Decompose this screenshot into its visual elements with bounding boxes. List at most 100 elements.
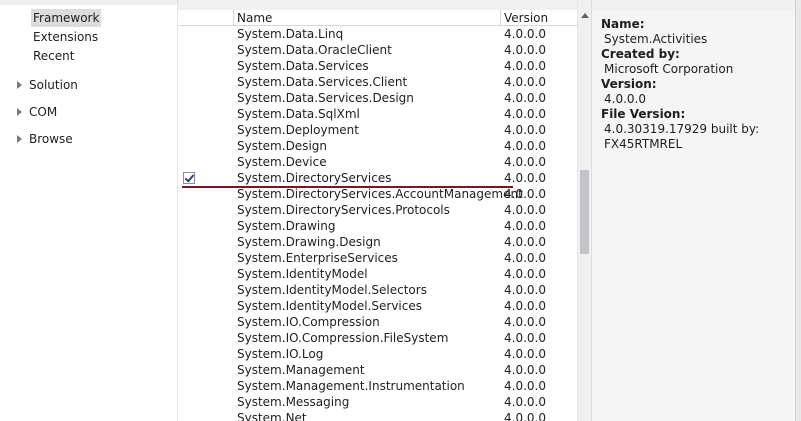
column-header-check[interactable] xyxy=(178,10,233,26)
assembly-name: System.DirectoryServices.AccountManageme… xyxy=(237,187,523,201)
table-row[interactable]: System.Device 4.0.0.0 xyxy=(178,154,578,170)
list-top-strip xyxy=(178,0,578,10)
expand-browse-icon[interactable] xyxy=(17,135,22,143)
detail-version-label: Version: xyxy=(601,77,657,91)
table-row[interactable]: System.Deployment 4.0.0.0 xyxy=(178,122,578,138)
annotation-underline xyxy=(182,186,513,188)
nav-item-recent[interactable]: Recent xyxy=(33,47,74,65)
assembly-version: 4.0.0.0 xyxy=(504,331,546,345)
assembly-name: System.IdentityModel.Services xyxy=(237,299,422,313)
assembly-name: System.Data.Services xyxy=(237,59,369,73)
assembly-version: 4.0.0.0 xyxy=(504,251,546,265)
assembly-name: System.IO.Compression.FileSystem xyxy=(237,331,449,345)
assembly-name: System.DirectoryServices.Protocols xyxy=(237,203,450,217)
table-row[interactable]: System.Data.OracleClient 4.0.0.0 xyxy=(178,42,578,58)
assembly-version: 4.0.0.0 xyxy=(504,187,546,201)
assembly-name: System.EnterpriseServices xyxy=(237,251,398,265)
column-separator xyxy=(233,10,234,26)
assembly-version: 4.0.0.0 xyxy=(504,379,546,393)
assembly-version: 4.0.0.0 xyxy=(504,59,546,73)
table-row[interactable]: System.EnterpriseServices 4.0.0.0 xyxy=(178,250,578,266)
table-row[interactable]: System.DirectoryServices.AccountManageme… xyxy=(178,186,578,202)
expand-solution-icon[interactable] xyxy=(17,81,22,89)
assembly-version: 4.0.0.0 xyxy=(504,363,546,377)
assembly-name: System.Drawing xyxy=(237,219,336,233)
assembly-version: 4.0.0.0 xyxy=(504,267,546,281)
assembly-name: System.Data.OracleClient xyxy=(237,43,392,57)
table-row[interactable]: System.Drawing 4.0.0.0 xyxy=(178,218,578,234)
column-header-version-label: Version xyxy=(504,11,549,25)
assembly-version: 4.0.0.0 xyxy=(504,107,546,121)
assembly-version: 4.0.0.0 xyxy=(504,27,546,41)
reference-manager-nav: Framework Extensions Recent Solution COM… xyxy=(0,0,177,421)
table-row[interactable]: System.Net 4.0.0.0 xyxy=(178,410,578,421)
assembly-version: 4.0.0.0 xyxy=(504,155,546,169)
assembly-name: System.Management xyxy=(237,363,365,377)
assembly-version: 4.0.0.0 xyxy=(504,203,546,217)
assembly-name: System.Data.SqlXml xyxy=(237,107,360,121)
table-row[interactable]: System.Data.Services.Design 4.0.0.0 xyxy=(178,90,578,106)
details-top-strip xyxy=(592,0,801,10)
assembly-name: System.Messaging xyxy=(237,395,350,409)
expand-com-icon[interactable] xyxy=(17,108,22,116)
nav-item-com[interactable]: COM xyxy=(29,103,57,121)
table-row[interactable]: System.Management.Instrumentation 4.0.0.0 xyxy=(178,378,578,394)
assembly-name: System.Drawing.Design xyxy=(237,235,381,249)
scroll-thumb[interactable] xyxy=(580,170,589,254)
table-row[interactable]: System.Data.Linq 4.0.0.0 xyxy=(178,26,578,42)
table-row[interactable]: System.Data.Services 4.0.0.0 xyxy=(178,58,578,74)
assembly-version: 4.0.0.0 xyxy=(504,171,546,185)
nav-item-browse[interactable]: Browse xyxy=(29,130,73,148)
nav-item-extensions[interactable]: Extensions xyxy=(33,28,98,46)
assembly-name: System.Data.Linq xyxy=(237,27,344,41)
column-separator xyxy=(500,10,501,26)
detail-file-version-line1: 4.0.30319.17929 built by: xyxy=(604,122,760,136)
table-row[interactable]: System.DirectoryServices 4.0.0.0 xyxy=(178,170,578,186)
reference-checkbox[interactable] xyxy=(183,172,195,184)
assembly-list: Name Version System.Data.Linq 4.0.0.0 Syst… xyxy=(177,0,578,421)
table-row[interactable]: System.DirectoryServices.Protocols 4.0.0.… xyxy=(178,202,578,218)
assembly-name: System.IdentityModel.Selectors xyxy=(237,283,427,297)
assembly-name: System.Device xyxy=(237,155,327,169)
assembly-version: 4.0.0.0 xyxy=(504,123,546,137)
assembly-version: 4.0.0.0 xyxy=(504,347,546,361)
column-header-name-label: Name xyxy=(237,11,273,25)
detail-file-version-label: File Version: xyxy=(601,107,686,121)
assembly-version: 4.0.0.0 xyxy=(504,315,546,329)
detail-version-value: 4.0.0.0 xyxy=(604,92,646,106)
detail-created-value: Microsoft Corporation xyxy=(604,62,734,76)
assembly-name: System.Net xyxy=(237,411,307,421)
table-row[interactable]: System.Management 4.0.0.0 xyxy=(178,362,578,378)
nav-item-solution[interactable]: Solution xyxy=(29,76,78,94)
assembly-name: System.DirectoryServices xyxy=(237,171,392,185)
table-row[interactable]: System.IdentityModel.Services 4.0.0.0 xyxy=(178,298,578,314)
table-row[interactable]: System.IO.Compression 4.0.0.0 xyxy=(178,314,578,330)
assembly-version: 4.0.0.0 xyxy=(504,219,546,233)
table-row[interactable]: System.IO.Compression.FileSystem 4.0.0.0 xyxy=(178,330,578,346)
table-row[interactable]: System.Messaging 4.0.0.0 xyxy=(178,394,578,410)
nav-item-framework[interactable]: Framework xyxy=(31,9,102,27)
assembly-version: 4.0.0.0 xyxy=(504,235,546,249)
table-row[interactable]: System.Drawing.Design 4.0.0.0 xyxy=(178,234,578,250)
detail-created-label: Created by: xyxy=(601,47,680,61)
nav-top-strip xyxy=(0,0,177,5)
assembly-name: System.IO.Compression xyxy=(237,315,380,329)
table-row[interactable]: System.Data.Services.Client 4.0.0.0 xyxy=(178,74,578,90)
table-row[interactable]: System.IO.Log 4.0.0.0 xyxy=(178,346,578,362)
assembly-name: System.Management.Instrumentation xyxy=(237,379,465,393)
list-scrollbar[interactable] xyxy=(577,0,591,421)
assembly-name: System.Design xyxy=(237,139,327,153)
assembly-version: 4.0.0.0 xyxy=(504,299,546,313)
table-row[interactable]: System.Design 4.0.0.0 xyxy=(178,138,578,154)
table-row[interactable]: System.IdentityModel.Selectors 4.0.0.0 xyxy=(178,282,578,298)
window-right-edge xyxy=(795,0,801,421)
table-row[interactable]: System.Data.SqlXml 4.0.0.0 xyxy=(178,106,578,122)
detail-file-version-line2: FX45RTMREL xyxy=(604,137,683,151)
column-header-version[interactable]: Version xyxy=(500,10,578,26)
column-header-name[interactable]: Name xyxy=(233,10,501,26)
details-pane: Name: System.Activities Created by: Micr… xyxy=(591,0,801,421)
table-row[interactable]: System.IdentityModel 4.0.0.0 xyxy=(178,266,578,282)
scroll-up-arrow-icon[interactable] xyxy=(581,13,589,18)
assembly-version: 4.0.0.0 xyxy=(504,139,546,153)
assembly-name: System.IO.Log xyxy=(237,347,324,361)
